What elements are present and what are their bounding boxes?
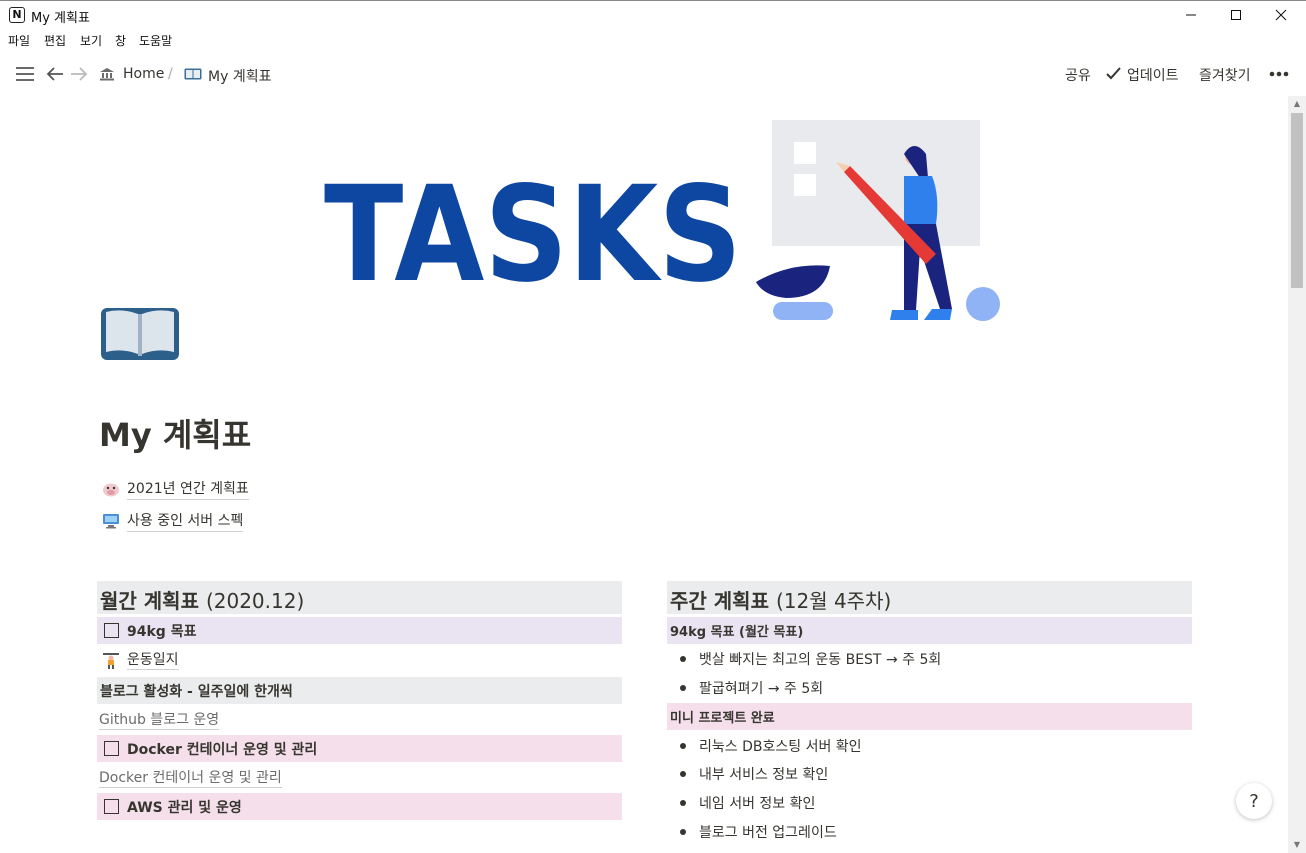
bullet-icon (680, 800, 686, 806)
checkbox[interactable] (104, 799, 119, 814)
list-item[interactable]: 리눅스 DB호스팅 서버 확인 (670, 733, 862, 759)
checkbox[interactable] (104, 623, 119, 638)
monthly-heading-main: 월간 계획표 (100, 589, 199, 613)
help-button[interactable]: ? (1236, 783, 1272, 819)
list-item-label: 네임 서버 정보 확인 (699, 796, 816, 812)
menu-edit[interactable]: 편집 (44, 32, 66, 49)
list-item-label: 내부 서비스 정보 확인 (699, 767, 829, 783)
open-book-icon[interactable] (100, 304, 180, 364)
minimize-button[interactable] (1168, 0, 1214, 30)
checkbox[interactable] (104, 741, 119, 756)
weightlifter-icon (100, 651, 122, 669)
todo-docker[interactable]: Docker 컨테이너 운영 및 관리 (97, 735, 622, 762)
list-item[interactable]: 내부 서비스 정보 확인 (670, 761, 828, 787)
docker-link[interactable]: Docker 컨테이너 운영 및 관리 (99, 764, 619, 791)
todo-label: AWS 관리 및 운영 (127, 799, 242, 816)
notion-logo-icon: N (9, 7, 25, 23)
list-item-label: 블로그 버전 업그레이드 (699, 825, 837, 841)
page-link-annual-plan[interactable]: 2021년 연간 계획표 (100, 477, 249, 501)
page-link-label: 2021년 연간 계획표 (127, 478, 249, 500)
open-book-icon (184, 68, 202, 80)
scroll-up-arrow-icon[interactable]: ▲ (1288, 96, 1306, 112)
menu-help[interactable]: 도움말 (139, 32, 172, 49)
weekly-weight-heading[interactable]: 94kg 목표 (월간 목표) (667, 617, 1192, 644)
github-blog-link[interactable]: Github 블로그 운영 (99, 706, 619, 733)
scrollbar-thumb[interactable] (1291, 113, 1303, 288)
sidebar-toggle-icon[interactable] (16, 66, 34, 82)
weekly-project-heading-label: 미니 프로젝트 완료 (670, 711, 775, 726)
breadcrumb-current[interactable]: My 계획표 (208, 66, 271, 86)
page-link-label: 사용 중인 서버 스펙 (127, 510, 244, 532)
bullet-icon (680, 656, 686, 662)
weekly-project-heading[interactable]: 미니 프로젝트 완료 (667, 703, 1192, 730)
list-item[interactable]: 팔굽혀펴기 → 주 5회 (670, 675, 823, 701)
list-item-label: 팔굽혀펴기 → 주 5회 (699, 681, 824, 697)
updates-button[interactable]: 업데이트 (1127, 65, 1179, 85)
workout-log-label: 운동일지 (127, 649, 179, 670)
check-icon (1106, 67, 1121, 80)
menu-view[interactable]: 보기 (80, 32, 102, 49)
todo-aws[interactable]: AWS 관리 및 운영 (97, 793, 622, 820)
window-titlebar (0, 0, 1306, 30)
close-button[interactable] (1258, 0, 1304, 30)
bullet-icon (680, 829, 686, 835)
todo-label: 94kg 목표 (127, 623, 197, 640)
cover-image[interactable]: TASKS (320, 114, 1010, 324)
list-item[interactable]: 네임 서버 정보 확인 (670, 790, 815, 816)
bullet-icon (680, 743, 686, 749)
github-blog-label: Github 블로그 운영 (99, 709, 220, 730)
scroll-down-arrow-icon[interactable]: ▼ (1288, 837, 1306, 853)
menu-window[interactable]: 창 (115, 32, 126, 49)
list-item[interactable]: 블로그 버전 업그레이드 (670, 819, 837, 845)
weekly-heading-sub: (12월 4주차) (775, 589, 892, 613)
weekly-weight-heading-label: 94kg 목표 (월간 목표) (670, 625, 804, 640)
bullet-icon (680, 771, 686, 777)
menu-bar (0, 30, 1306, 52)
minimize-icon (1186, 14, 1196, 16)
list-item-label: 리눅스 DB호스팅 서버 확인 (699, 739, 862, 755)
blog-heading-label: 블로그 활성화 - 일주일에 한개씩 (100, 683, 293, 700)
breadcrumb-separator: / (168, 66, 173, 82)
window-title: My 계획표 (31, 11, 90, 26)
list-item[interactable]: 뱃살 빠지는 최고의 운동 BEST → 주 5회 (670, 646, 941, 672)
weekly-heading-main: 주간 계획표 (670, 589, 769, 613)
close-icon (1275, 9, 1287, 21)
bullet-icon (680, 685, 686, 691)
list-item-label: 뱃살 빠지는 최고의 운동 BEST → 주 5회 (699, 652, 942, 668)
page-title[interactable]: My 계획표 (99, 410, 251, 456)
forward-arrow-icon[interactable] (70, 66, 88, 82)
bank-icon (100, 68, 114, 81)
todo-weight[interactable]: 94kg 목표 (97, 617, 622, 644)
back-arrow-icon[interactable] (46, 66, 64, 82)
favorite-button[interactable]: 즐겨찾기 (1199, 65, 1251, 85)
monthly-heading-sub: (2020.12) (205, 589, 305, 613)
workout-log-link[interactable]: 운동일지 (97, 646, 622, 673)
maximize-icon (1231, 10, 1241, 20)
cow-icon (100, 480, 122, 498)
more-options-icon[interactable] (1269, 71, 1289, 77)
maximize-button[interactable] (1213, 0, 1259, 30)
monthly-heading[interactable]: 월간 계획표 (2020.12) (97, 581, 622, 614)
todo-label: Docker 컨테이너 운영 및 관리 (127, 741, 318, 758)
breadcrumb-home[interactable]: Home (123, 66, 164, 82)
blog-heading[interactable]: 블로그 활성화 - 일주일에 한개씩 (97, 677, 622, 704)
cover-tasks-text: TASKS (324, 158, 742, 312)
share-button[interactable]: 공유 (1065, 65, 1091, 85)
page-link-server-spec[interactable]: 사용 중인 서버 스펙 (100, 509, 244, 533)
weekly-heading[interactable]: 주간 계획표 (12월 4주차) (667, 581, 1192, 614)
docker-link-label: Docker 컨테이너 운영 및 관리 (99, 767, 282, 788)
computer-icon (100, 512, 122, 530)
menu-file[interactable]: 파일 (8, 32, 30, 49)
